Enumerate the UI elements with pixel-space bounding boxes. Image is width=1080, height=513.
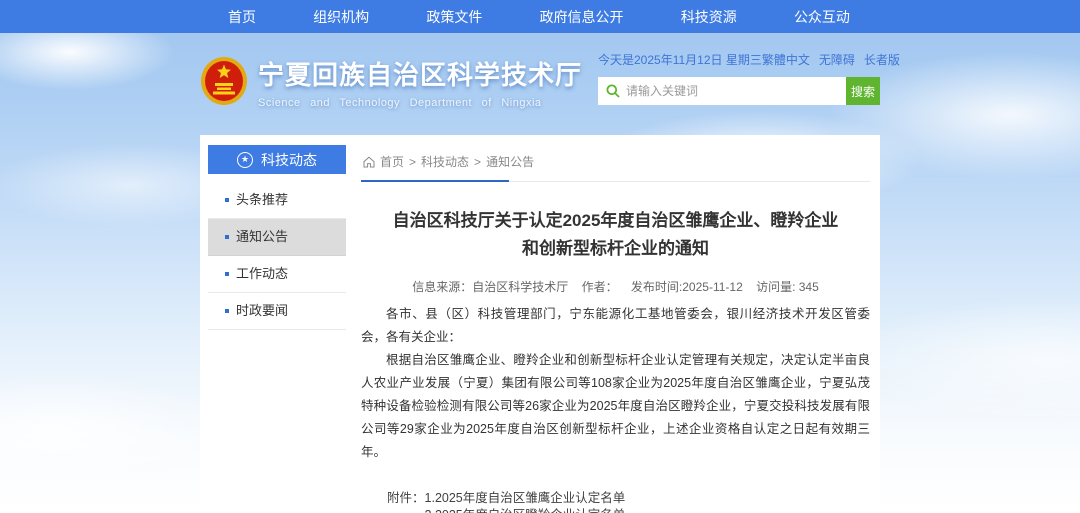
accessibility-links: 繁體中文 无障碍 长者版 [762, 51, 900, 68]
sidebar-item-label: 工作动态 [236, 266, 288, 281]
breadcrumb-separator: > [409, 155, 416, 169]
search-input[interactable] [626, 84, 846, 98]
meta-author: 作者： [582, 280, 618, 294]
breadcrumb-separator: > [474, 155, 481, 169]
national-emblem-icon [200, 56, 248, 108]
sidebar-item-headlines[interactable]: 头条推荐 [208, 182, 346, 219]
star-circle-icon: ★ [237, 152, 253, 168]
attachment-link-2[interactable]: 2.2025年度自治区瞪羚企业认定名单 [425, 507, 663, 513]
sidebar-item-label: 时政要闻 [236, 303, 288, 318]
nav-item-interaction[interactable]: 公众互动 [794, 7, 850, 27]
bullet-dot-icon [225, 235, 229, 239]
nav-item-policy[interactable]: 政策文件 [426, 7, 482, 27]
link-elder-version[interactable]: 长者版 [864, 51, 900, 68]
bullet-dot-icon [225, 309, 229, 313]
sidebar-title: 科技动态 [261, 150, 317, 170]
attachments-block: 附件： 1.2025年度自治区雏鹰企业认定名单 2.2025年度自治区瞪羚企业认… [361, 490, 870, 513]
meta-publish-date: 发布时间:2025-11-12 [631, 280, 743, 294]
breadcrumb-home[interactable]: 首页 [380, 153, 404, 170]
site-title-block: 宁夏回族自治区科学技术厅 Science and Technology Depa… [258, 55, 582, 109]
sidebar-item-label: 通知公告 [236, 229, 288, 244]
article-title: 自治区科技厅关于认定2025年度自治区雏鹰企业、瞪羚企业 和创新型标杆企业的通知 [361, 207, 870, 263]
nav-item-home[interactable]: 首页 [228, 7, 256, 27]
article-title-line2: 和创新型标杆企业的通知 [361, 235, 870, 263]
bullet-dot-icon [225, 198, 229, 202]
sidebar-item-label: 头条推荐 [236, 192, 288, 207]
nav-item-gov-info[interactable]: 政府信息公开 [540, 7, 624, 27]
site-header: 宁夏回族自治区科学技术厅 Science and Technology Depa… [0, 33, 1080, 135]
home-icon [363, 156, 375, 168]
search-box[interactable] [598, 77, 846, 105]
nav-item-resources[interactable]: 科技资源 [681, 7, 737, 27]
breadcrumb-level1[interactable]: 科技动态 [421, 153, 469, 170]
sidebar-menu: 头条推荐 通知公告 工作动态 时政要闻 [208, 182, 346, 330]
content-container: ★ 科技动态 头条推荐 通知公告 工作动态 时政要闻 首页 > 科技动 [200, 135, 880, 513]
meta-source: 信息来源：自治区科学技术厅 [412, 280, 568, 294]
attachment-link-1[interactable]: 1.2025年度自治区雏鹰企业认定名单 [425, 490, 663, 507]
search-button[interactable]: 搜索 [846, 77, 880, 105]
sidebar-item-work-news[interactable]: 工作动态 [208, 256, 346, 293]
article-paragraph: 各市、县（区）科技管理部门，宁东能源化工基地管委会，银川经济技术开发区管委会，各… [361, 303, 870, 349]
nav-item-organization[interactable]: 组织机构 [313, 7, 369, 27]
today-date-text: 今天是2025年11月12日 星期三 [598, 51, 762, 68]
header-tools: 今天是2025年11月12日 星期三 繁體中文 无障碍 长者版 搜索 [598, 51, 880, 105]
attachments-list: 1.2025年度自治区雏鹰企业认定名单 2.2025年度自治区瞪羚企业认定名单 … [425, 490, 663, 513]
article-paragraph: 根据自治区雏鹰企业、瞪羚企业和创新型标杆企业认定管理有关规定，决定认定半亩良人农… [361, 349, 870, 464]
link-traditional-chinese[interactable]: 繁體中文 [762, 51, 810, 68]
site-name-chinese: 宁夏回族自治区科学技术厅 [258, 55, 582, 92]
link-accessibility[interactable]: 无障碍 [819, 51, 855, 68]
sidebar-item-politics-news[interactable]: 时政要闻 [208, 293, 346, 330]
nav-menu: 首页 组织机构 政策文件 政府信息公开 科技资源 公众互动 [228, 7, 850, 27]
sidebar-item-notices[interactable]: 通知公告 [208, 219, 346, 256]
article-meta: 信息来源：自治区科学技术厅 作者： 发布时间:2025-11-12 访问量: 3… [361, 278, 870, 295]
breadcrumb-level2[interactable]: 通知公告 [486, 153, 534, 170]
article-title-line1: 自治区科技厅关于认定2025年度自治区雏鹰企业、瞪羚企业 [361, 207, 870, 235]
meta-views: 访问量: 345 [756, 280, 819, 294]
bullet-dot-icon [225, 272, 229, 276]
top-navigation: 首页 组织机构 政策文件 政府信息公开 科技资源 公众互动 [0, 0, 1080, 33]
article-column: 首页 > 科技动态 > 通知公告 自治区科技厅关于认定2025年度自治区雏鹰企业… [361, 145, 872, 513]
search-icon [606, 84, 620, 98]
article-body: 各市、县（区）科技管理部门，宁东能源化工基地管委会，银川经济技术开发区管委会，各… [361, 303, 870, 464]
site-name-english: Science and Technology Department of Nin… [258, 97, 582, 109]
sidebar: ★ 科技动态 头条推荐 通知公告 工作动态 时政要闻 [208, 145, 346, 513]
site-logo[interactable]: 宁夏回族自治区科学技术厅 Science and Technology Depa… [200, 55, 582, 109]
attachments-label: 附件： [387, 490, 425, 513]
sidebar-header[interactable]: ★ 科技动态 [208, 145, 346, 174]
breadcrumb: 首页 > 科技动态 > 通知公告 [361, 145, 870, 182]
search-bar: 搜索 [598, 77, 880, 105]
